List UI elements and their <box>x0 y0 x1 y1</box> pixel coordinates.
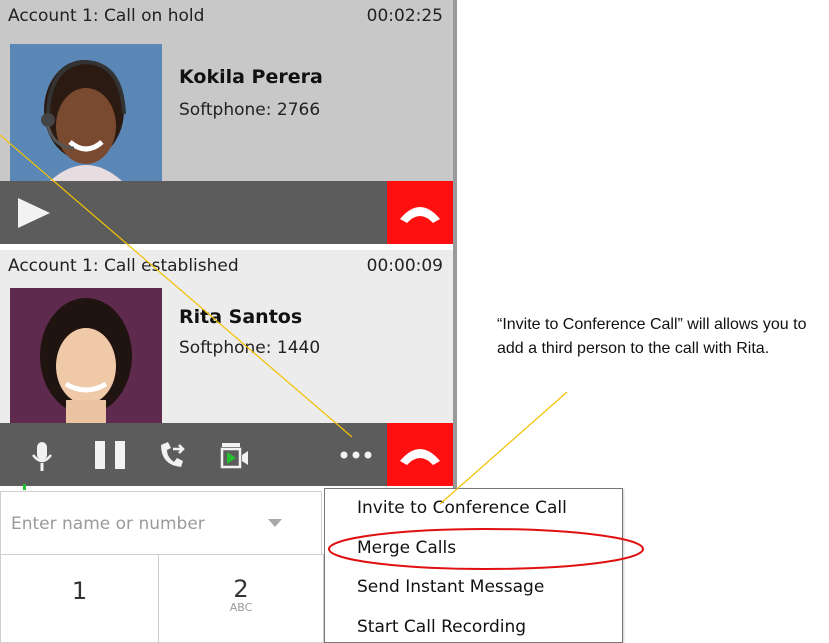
microphone-icon <box>32 442 52 471</box>
call1-avatar <box>10 44 162 181</box>
chevron-down-icon[interactable] <box>267 518 283 528</box>
call1-timer: 00:02:25 <box>366 6 443 26</box>
call2-name: Rita Santos <box>179 306 303 328</box>
hangup-icon <box>400 207 440 223</box>
call2-timer: 00:00:09 <box>366 256 443 276</box>
call2-control-bar <box>0 423 453 486</box>
search-input[interactable]: Enter name or number <box>11 514 205 534</box>
call2-card: Rita Santos Softphone: 1440 <box>0 284 453 423</box>
more-options-button[interactable] <box>338 443 374 467</box>
call2-hangup-button[interactable] <box>387 423 453 486</box>
call2-number: Softphone: 1440 <box>179 338 321 358</box>
panel-border <box>453 0 457 490</box>
search-field[interactable]: Enter name or number <box>0 491 322 555</box>
video-button[interactable] <box>220 439 250 471</box>
menu-item-merge-calls[interactable]: Merge Calls <box>357 538 456 558</box>
hold-button[interactable] <box>93 439 127 471</box>
menu-item-send-instant-message[interactable]: Send Instant Message <box>357 577 544 597</box>
call1-card: Kokila Perera Softphone: 2766 <box>0 34 453 181</box>
ellipsis-icon <box>340 451 372 459</box>
play-resume-button[interactable] <box>14 195 54 231</box>
call1-status-bar: Account 1: Call on hold 00:02:25 <box>0 0 453 34</box>
call1-control-bar <box>0 181 453 244</box>
dialpad-key-1[interactable]: 1 <box>0 554 159 643</box>
call2-avatar <box>10 288 162 423</box>
play-icon <box>18 198 50 228</box>
dialpad-key-2[interactable]: 2 ABC <box>158 554 324 643</box>
more-options-menu: Invite to Conference Call Merge Calls Se… <box>324 488 623 643</box>
video-icon <box>220 443 248 469</box>
key-letters: ABC <box>229 601 253 614</box>
mute-button[interactable] <box>30 441 54 473</box>
call1-hangup-button[interactable] <box>387 181 453 244</box>
key-digit: 1 <box>71 577 88 605</box>
call2-status: Account 1: Call established <box>8 256 239 276</box>
pause-icon <box>95 441 125 469</box>
menu-item-start-call-recording[interactable]: Start Call Recording <box>357 617 526 637</box>
call1-status: Account 1: Call on hold <box>8 6 205 26</box>
transfer-call-icon <box>161 442 185 467</box>
call2-status-bar: Account 1: Call established 00:00:09 <box>0 250 453 284</box>
audio-level-indicator <box>23 484 26 490</box>
menu-item-invite-to-conference[interactable]: Invite to Conference Call <box>357 498 567 518</box>
hangup-icon <box>400 449 440 465</box>
call1-number: Softphone: 2766 <box>179 100 321 120</box>
annotation-text: “Invite to Conference Call” will allows … <box>497 316 807 357</box>
call1-name: Kokila Perera <box>179 66 323 88</box>
key-digit: 2 <box>233 575 249 603</box>
transfer-button[interactable] <box>157 439 187 471</box>
